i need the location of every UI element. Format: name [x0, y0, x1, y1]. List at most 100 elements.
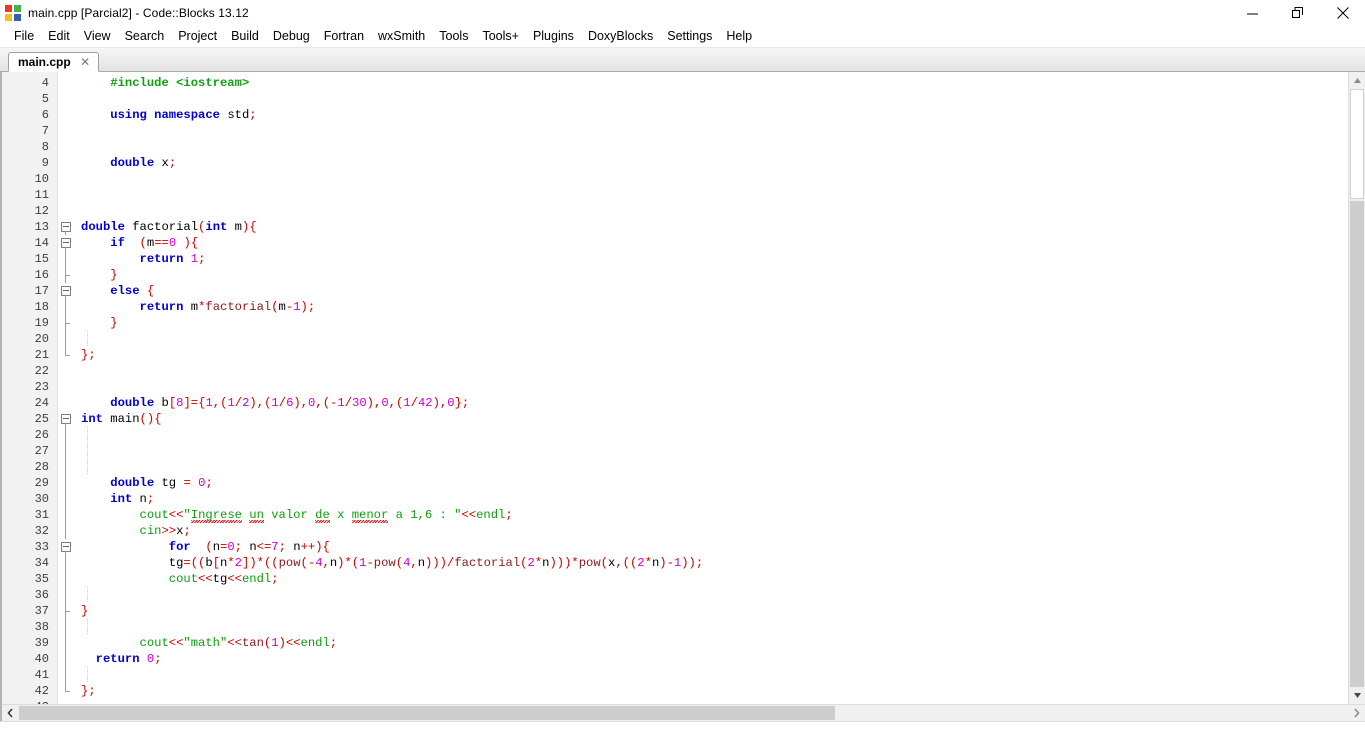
code-line[interactable]: return m*factorial(m-1);: [81, 299, 1348, 315]
fold-marker-row[interactable]: [58, 235, 75, 251]
scroll-right-icon[interactable]: [1348, 705, 1365, 721]
menu-item-plugins[interactable]: Plugins: [526, 27, 581, 46]
fold-marker-row[interactable]: [58, 651, 75, 667]
code-line[interactable]: int n;: [81, 491, 1348, 507]
menu-item-fortran[interactable]: Fortran: [317, 27, 371, 46]
fold-marker-row[interactable]: [58, 379, 75, 395]
code-line[interactable]: [81, 459, 1348, 475]
menu-item-view[interactable]: View: [77, 27, 118, 46]
fold-marker-row[interactable]: [58, 347, 75, 363]
fold-marker-row[interactable]: [58, 267, 75, 283]
fold-marker-row[interactable]: [58, 123, 75, 139]
code-line[interactable]: #include <iostream>: [81, 75, 1348, 91]
code-line[interactable]: return 0;: [81, 651, 1348, 667]
code-line[interactable]: [81, 379, 1348, 395]
code-line[interactable]: double tg = 0;: [81, 475, 1348, 491]
code-line[interactable]: [81, 443, 1348, 459]
fold-marker-row[interactable]: [58, 75, 75, 91]
code-line[interactable]: cout<<"Ingrese un valor de x menor a 1,6…: [81, 507, 1348, 523]
menu-item-build[interactable]: Build: [224, 27, 266, 46]
fold-marker-row[interactable]: [58, 155, 75, 171]
fold-marker-row[interactable]: [58, 139, 75, 155]
code-line[interactable]: }: [81, 267, 1348, 283]
fold-marker-row[interactable]: [58, 411, 75, 427]
menu-item-edit[interactable]: Edit: [41, 27, 77, 46]
horizontal-scrollbar[interactable]: [2, 704, 1365, 721]
fold-marker-row[interactable]: [58, 523, 75, 539]
code-line[interactable]: for (n=0; n<=7; n++){: [81, 539, 1348, 555]
fold-marker-row[interactable]: [58, 443, 75, 459]
fold-marker-row[interactable]: [58, 91, 75, 107]
menu-item-debug[interactable]: Debug: [266, 27, 317, 46]
code-line[interactable]: [81, 171, 1348, 187]
code-line[interactable]: [81, 363, 1348, 379]
code-line[interactable]: }: [81, 315, 1348, 331]
code-line[interactable]: [81, 139, 1348, 155]
vertical-scroll-track[interactable]: [1349, 89, 1365, 687]
fold-marker-row[interactable]: [58, 603, 75, 619]
code-area[interactable]: 4 5 6 7 8 9 10 11 12 13 14 15 16 17 18 19 20 21 22 23 24 25 26…: [2, 72, 1348, 704]
fold-marker-row[interactable]: [58, 555, 75, 571]
fold-marker-row[interactable]: [58, 667, 75, 683]
code-line[interactable]: tg=((b[n*2])*((pow(-4,n)*(1-pow(4,n)))/f…: [81, 555, 1348, 571]
code-line[interactable]: using namespace std;: [81, 107, 1348, 123]
fold-collapse-icon[interactable]: [61, 238, 71, 248]
fold-marker-row[interactable]: [58, 299, 75, 315]
menu-item-help[interactable]: Help: [719, 27, 759, 46]
menu-item-tools-[interactable]: Tools+: [475, 27, 525, 46]
code-line[interactable]: cout<<tg<<endl;: [81, 571, 1348, 587]
fold-marker-row[interactable]: [58, 427, 75, 443]
code-line[interactable]: [81, 91, 1348, 107]
vertical-scroll-track-lower[interactable]: [1350, 201, 1364, 687]
fold-marker-row[interactable]: [58, 571, 75, 587]
fold-marker-row[interactable]: [58, 251, 75, 267]
restore-icon[interactable]: [1275, 0, 1320, 26]
code-line[interactable]: [81, 427, 1348, 443]
fold-marker-row[interactable]: [58, 683, 75, 699]
code-line[interactable]: }: [81, 603, 1348, 619]
menu-item-wxsmith[interactable]: wxSmith: [371, 27, 432, 46]
close-icon[interactable]: [1320, 0, 1365, 26]
code-line[interactable]: };: [81, 683, 1348, 699]
fold-marker-row[interactable]: [58, 331, 75, 347]
code-line[interactable]: [81, 187, 1348, 203]
fold-marker-row[interactable]: [58, 395, 75, 411]
minimize-icon[interactable]: [1230, 0, 1275, 26]
code-line[interactable]: };: [81, 347, 1348, 363]
code-line[interactable]: double b[8]={1,(1/2),(1/6),0,(-1/30),0,(…: [81, 395, 1348, 411]
menu-item-doxyblocks[interactable]: DoxyBlocks: [581, 27, 660, 46]
code-line[interactable]: cout<<"math"<<tan(1)<<endl;: [81, 635, 1348, 651]
code-text[interactable]: #include <iostream> using namespace std;…: [75, 72, 1348, 704]
code-line[interactable]: double x;: [81, 155, 1348, 171]
code-line[interactable]: return 1;: [81, 251, 1348, 267]
code-line[interactable]: [81, 331, 1348, 347]
code-line[interactable]: cin>>x;: [81, 523, 1348, 539]
fold-marker-row[interactable]: [58, 363, 75, 379]
scroll-down-icon[interactable]: [1349, 687, 1365, 704]
fold-marker-row[interactable]: [58, 171, 75, 187]
scroll-left-icon[interactable]: [2, 705, 19, 721]
fold-collapse-icon[interactable]: [61, 222, 71, 232]
code-line[interactable]: [81, 203, 1348, 219]
fold-marker-row[interactable]: [58, 539, 75, 555]
horizontal-scroll-thumb[interactable]: [19, 706, 835, 720]
editor-tab[interactable]: main.cpp ✕: [8, 52, 99, 72]
menu-item-file[interactable]: File: [7, 27, 41, 46]
vertical-scrollbar[interactable]: [1348, 72, 1365, 704]
fold-marker-row[interactable]: [58, 635, 75, 651]
code-line[interactable]: if (m==0 ){: [81, 235, 1348, 251]
code-line[interactable]: int main(){: [81, 411, 1348, 427]
vertical-scroll-thumb[interactable]: [1350, 89, 1364, 199]
fold-collapse-icon[interactable]: [61, 286, 71, 296]
fold-collapse-icon[interactable]: [61, 414, 71, 424]
code-line[interactable]: [81, 619, 1348, 635]
fold-marker-row[interactable]: [58, 187, 75, 203]
code-folding-margin[interactable]: [58, 72, 75, 704]
code-line[interactable]: [81, 123, 1348, 139]
fold-marker-row[interactable]: [58, 219, 75, 235]
fold-collapse-icon[interactable]: [61, 542, 71, 552]
code-line[interactable]: else {: [81, 283, 1348, 299]
fold-marker-row[interactable]: [58, 587, 75, 603]
code-line[interactable]: [81, 667, 1348, 683]
fold-marker-row[interactable]: [58, 203, 75, 219]
